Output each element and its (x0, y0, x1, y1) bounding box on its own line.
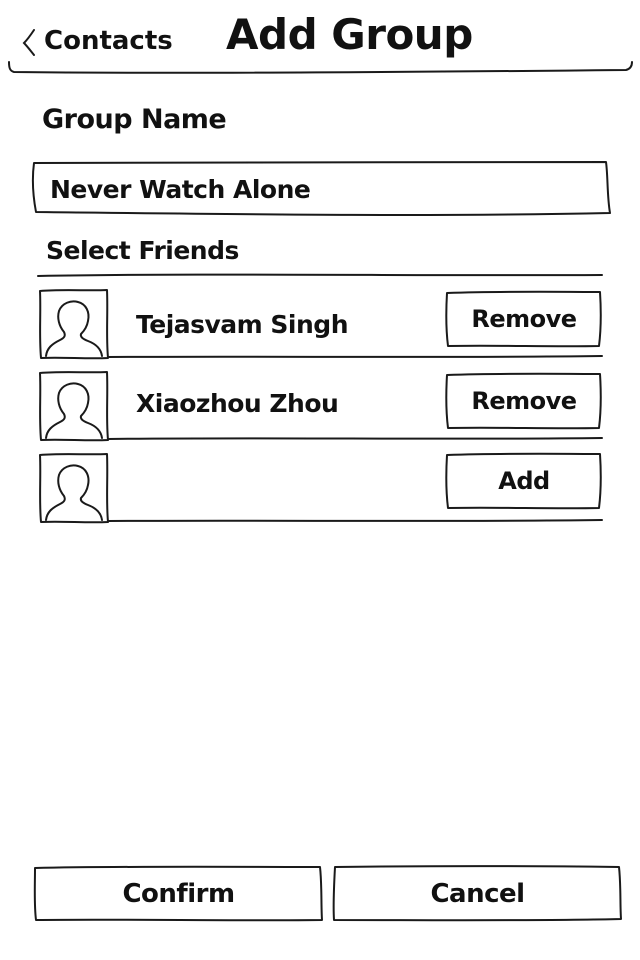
cancel-button[interactable]: Cancel (334, 866, 621, 922)
friend-name: Tejasvam Singh (136, 310, 349, 339)
back-label: Contacts (44, 26, 173, 56)
chevron-left-icon (22, 29, 35, 56)
group-name-label: Group Name (42, 104, 227, 135)
avatar-icon (39, 289, 109, 360)
select-friends-label: Select Friends (46, 236, 239, 265)
friend-name: Xiaozhou Zhou (136, 389, 339, 418)
page-title: Add Group (226, 10, 473, 59)
remove-friend-button[interactable]: Remove (446, 292, 602, 346)
group-name-input[interactable] (34, 166, 604, 212)
back-to-contacts-button[interactable]: Contacts (20, 22, 173, 62)
remove-friend-button[interactable]: Remove (446, 374, 602, 428)
confirm-button[interactable]: Confirm (35, 866, 322, 922)
avatar-icon (39, 371, 109, 442)
avatar-icon (39, 453, 109, 524)
add-friend-button[interactable]: Add (446, 454, 602, 508)
